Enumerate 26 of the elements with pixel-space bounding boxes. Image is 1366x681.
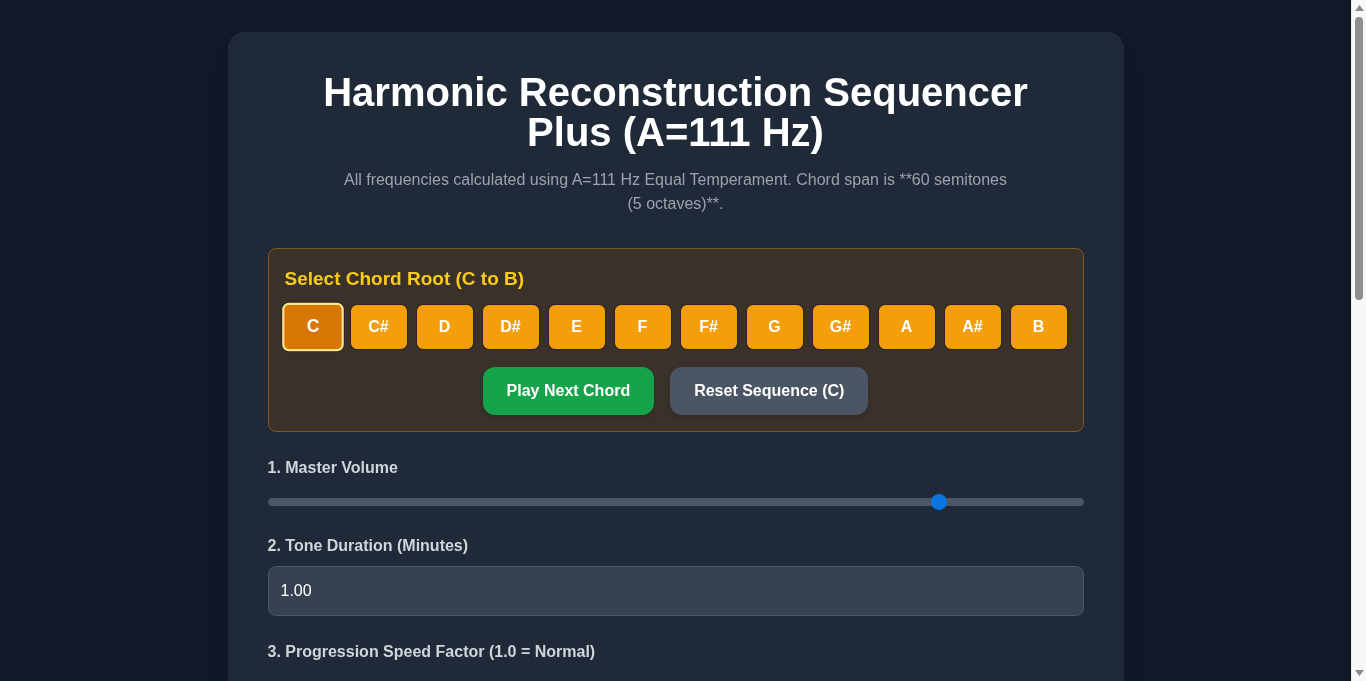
scroll-up-arrow-icon[interactable] bbox=[1354, 5, 1364, 11]
control-label: 3. Progression Speed Factor (1.0 = Normal) bbox=[267, 642, 597, 662]
note-key[interactable]: G bbox=[746, 305, 803, 349]
page-subtitle: All frequencies calculated using A=111 Hz Equal Temperament. Chord span is **60 semitones (5 octaves)**. bbox=[342, 170, 1008, 214]
scroll-down-arrow-icon[interactable] bbox=[1354, 670, 1364, 676]
note-key[interactable]: C bbox=[281, 302, 344, 352]
note-key[interactable]: E bbox=[548, 305, 605, 349]
scrollbar-thumb[interactable] bbox=[1355, 17, 1363, 300]
page-title: Harmonic Reconstruction Sequencer Plus (A=111 Hz) bbox=[322, 72, 1029, 152]
play-button[interactable]: Play Next Chord bbox=[482, 367, 655, 415]
note-key[interactable]: D bbox=[416, 305, 473, 349]
note-key[interactable]: A# bbox=[944, 305, 1001, 349]
note-key[interactable]: A bbox=[878, 305, 935, 349]
note-key[interactable]: B bbox=[1010, 305, 1067, 349]
note-key[interactable]: F# bbox=[680, 305, 737, 349]
control-label: 1. Master Volume bbox=[267, 458, 399, 478]
volume-slider[interactable] bbox=[267, 494, 1084, 510]
note-key[interactable]: D# bbox=[482, 305, 539, 349]
panel-heading: Select Chord Root (C to B) bbox=[284, 267, 526, 291]
note-key[interactable]: G# bbox=[812, 305, 869, 349]
reset-button[interactable]: Reset Sequence (C) bbox=[670, 367, 869, 415]
slider-thumb[interactable] bbox=[931, 494, 948, 510]
input-field[interactable]: 1.00 bbox=[267, 566, 1084, 616]
note-key[interactable]: F bbox=[614, 305, 671, 349]
control-label: 2. Tone Duration (Minutes) bbox=[267, 536, 470, 556]
note-key[interactable]: C# bbox=[350, 305, 407, 349]
